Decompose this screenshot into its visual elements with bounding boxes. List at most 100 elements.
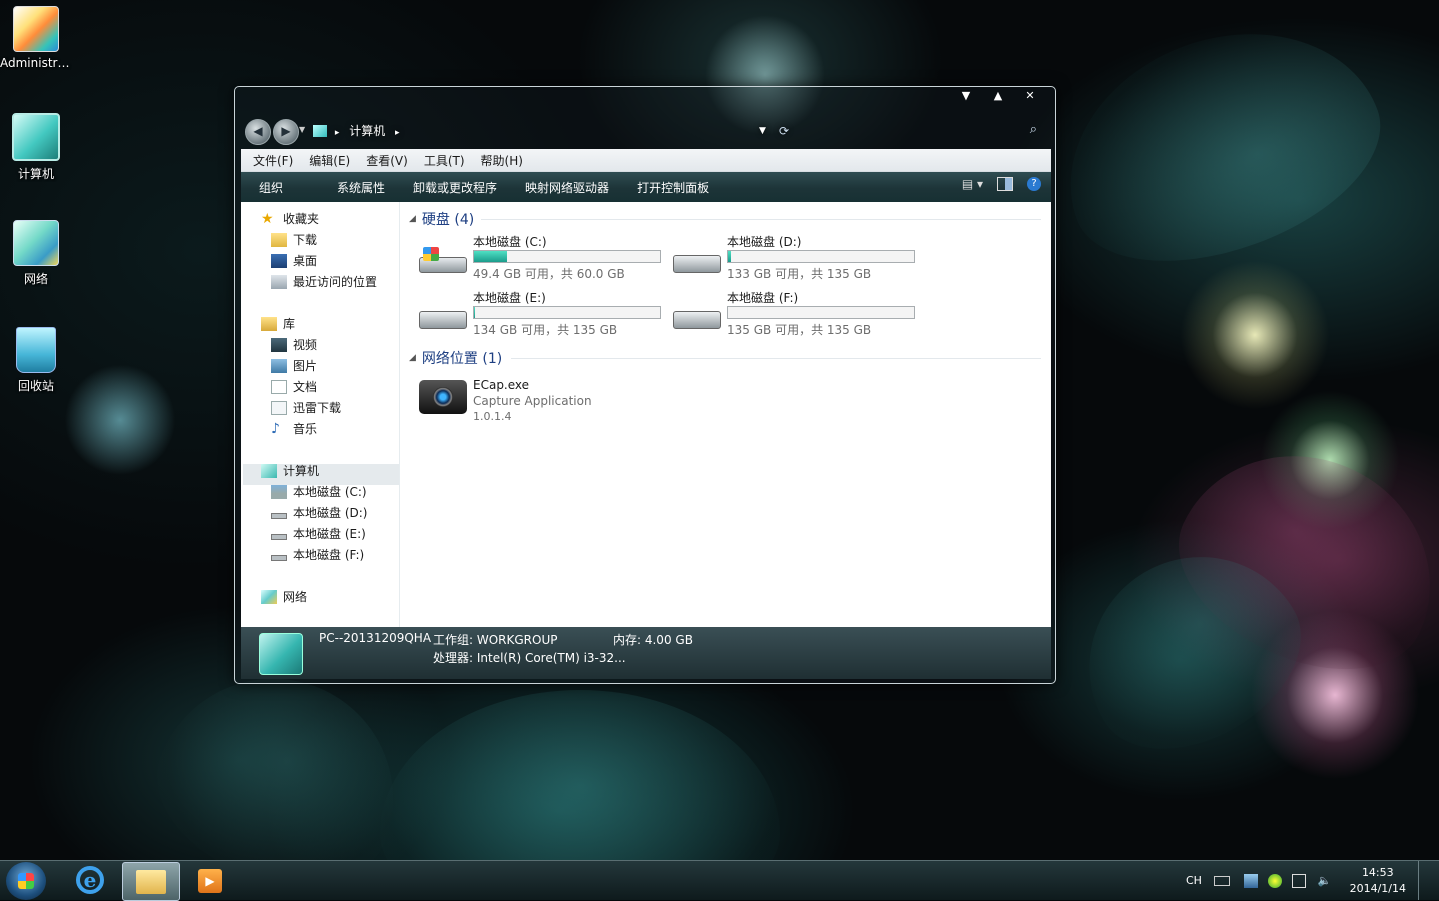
maximize-button[interactable]: ▲ [985,89,1011,105]
keyboard-icon[interactable] [1213,875,1230,886]
sidebar-favorites[interactable]: ★ 收藏夹 [261,209,319,229]
address-bar[interactable]: ▸ 计算机 ▸ ▼ ⟳ [313,121,789,141]
back-button[interactable]: ◀ [245,119,271,145]
close-button[interactable]: ✕ [1017,89,1043,105]
group-header-hard-disks[interactable]: ◢ 硬盘 (4) [409,209,474,229]
sidebar-label: 库 [283,317,296,331]
sidebar-item-downloads[interactable]: 下载 [271,230,317,250]
user-folder-icon [13,6,59,52]
menu-bar: 文件(F) 编辑(E) 查看(V) 工具(T) 帮助(H) [241,149,1051,172]
clock-date: 2014/1/14 [1349,881,1406,895]
forward-button[interactable]: ▶ [273,119,299,145]
desktop-icon-administrator[interactable]: Administra... [0,6,72,70]
language-indicator[interactable]: CH [1186,874,1202,887]
hard-drive-icon [673,247,721,273]
connection-tray-icon[interactable] [1291,873,1306,888]
group-title: 网络位置 (1) [421,351,503,367]
drive-name: 本地磁盘 (F:) [727,291,799,305]
security-tray-icon[interactable] [1267,873,1282,888]
desktop-icon-computer[interactable]: 计算机 [0,113,72,182]
menu-tools[interactable]: 工具(T) [416,152,473,169]
preview-pane-icon[interactable] [997,177,1013,191]
menu-help[interactable]: 帮助(H) [473,152,531,169]
sidebar-item-pictures[interactable]: 图片 [271,356,317,376]
sidebar-item-drive-d[interactable]: 本地磁盘 (D:) [271,503,367,523]
sidebar-label: 计算机 [283,464,320,478]
sidebar-item-thunder-downloads[interactable]: 迅雷下载 [271,398,341,418]
library-icon [261,317,277,331]
recent-places-icon [271,275,287,289]
sidebar-network[interactable]: 网络 [261,587,307,607]
desktop-icon-label: 计算机 [17,167,54,181]
drive-usage-fill [474,251,508,262]
organize-button[interactable]: 组织 [241,179,323,196]
sidebar-item-drive-e[interactable]: 本地磁盘 (E:) [271,524,366,544]
start-button[interactable] [6,862,46,900]
drive-space-info: 134 GB 可用，共 135 GB [473,323,618,337]
pictures-icon [271,359,287,373]
drive-space-info: 133 GB 可用，共 135 GB [727,267,872,281]
desktop-icon [271,254,287,268]
desktop-icon-recycle-bin[interactable]: 回收站 [0,327,72,394]
refresh-icon[interactable]: ⟳ [779,121,789,141]
explorer-pane: 文件(F) 编辑(E) 查看(V) 工具(T) 帮助(H) 组织 系统属性 卸载… [241,149,1051,679]
help-icon[interactable]: ? [1027,177,1041,191]
hard-drive-icon [419,303,467,329]
open-control-panel-button[interactable]: 打开控制面板 [623,179,723,196]
taskbar-internet-explorer[interactable]: e [62,862,118,899]
taskbar-windows-explorer[interactable] [122,862,180,901]
sidebar-item-videos[interactable]: 视频 [271,335,317,355]
group-header-network-locations[interactable]: ◢ 网络位置 (1) [409,348,502,368]
system-tray: CH 🔈 14:53 2014/1/14 [1186,861,1429,900]
system-properties-button[interactable]: 系统属性 [323,179,399,196]
sidebar-item-drive-f[interactable]: 本地磁盘 (F:) [271,545,364,565]
command-bar: 组织 系统属性 卸载或更改程序 映射网络驱动器 打开控制面板 ▤ ▾ ? [241,172,1051,202]
sidebar-item-documents[interactable]: 文档 [271,377,317,397]
search-icon[interactable]: ⌕ [1030,122,1037,137]
clock-time: 14:53 [1361,865,1394,879]
sidebar-item-music[interactable]: ♪ 音乐 [271,419,317,439]
breadcrumb-computer[interactable]: 计算机 [349,124,385,138]
drive-item-c[interactable]: 本地磁盘 (C:) 49.4 GB 可用，共 60.0 GB [413,233,663,283]
collapse-triangle-icon[interactable]: ◢ [409,353,416,363]
hard-drive-icon [673,303,721,329]
menu-view[interactable]: 查看(V) [358,152,416,169]
show-desktop-button[interactable] [1418,861,1429,900]
drive-item-d[interactable]: 本地磁盘 (D:) 133 GB 可用，共 135 GB [667,233,917,283]
uninstall-program-button[interactable]: 卸载或更改程序 [399,179,511,196]
drive-name: 本地磁盘 (D:) [727,235,802,249]
minimize-button[interactable]: ▼ [953,89,979,105]
breadcrumb-separator-after[interactable]: ▸ [395,128,400,138]
network-item-ecap[interactable]: ECap.exe Capture Application 1.0.1.4 [415,378,675,428]
sidebar-item-desktop[interactable]: 桌面 [271,251,317,271]
address-dropdown-icon[interactable]: ▼ [759,121,766,141]
desktop-icon-label: Administra... [0,56,72,70]
sidebar-item-drive-c[interactable]: 本地磁盘 (C:) [271,482,367,502]
desktop-icon-label: 回收站 [17,379,54,393]
recent-pages-chevron-icon[interactable]: ▼ [299,125,305,134]
menu-edit[interactable]: 编辑(E) [301,152,358,169]
desktop-icon-label: 网络 [23,272,48,286]
volume-icon[interactable]: 🔈 [1318,874,1332,887]
hard-drive-icon [271,534,287,540]
desktop-icon-network[interactable]: 网络 [0,220,72,287]
map-network-drive-button[interactable]: 映射网络驱动器 [511,179,623,196]
clock[interactable]: 14:53 2014/1/14 [1350,865,1406,897]
sidebar-item-recent-places[interactable]: 最近访问的位置 [271,272,377,292]
sidebar-label: 最近访问的位置 [293,275,378,289]
view-options-icon[interactable]: ▤ ▾ [962,177,983,191]
drive-item-e[interactable]: 本地磁盘 (E:) 134 GB 可用，共 135 GB [413,289,663,339]
drive-item-f[interactable]: 本地磁盘 (F:) 135 GB 可用，共 135 GB [667,289,917,339]
network-tray-icon[interactable] [1243,873,1258,888]
sidebar-label: 本地磁盘 (F:) [293,548,365,562]
menu-file[interactable]: 文件(F) [245,152,301,169]
drive-name: 本地磁盘 (C:) [473,235,547,249]
breadcrumb-separator[interactable]: ▸ [335,128,340,138]
sidebar-computer[interactable]: 计算机 [261,461,319,481]
drive-space-info: 49.4 GB 可用，共 60.0 GB [473,267,625,281]
collapse-triangle-icon[interactable]: ◢ [409,214,416,224]
search-box[interactable]: ⌕ [811,121,1041,141]
sidebar-libraries[interactable]: 库 [261,314,295,334]
computer-small-icon [313,125,327,137]
taskbar-media-player[interactable]: ▶ [182,862,238,899]
